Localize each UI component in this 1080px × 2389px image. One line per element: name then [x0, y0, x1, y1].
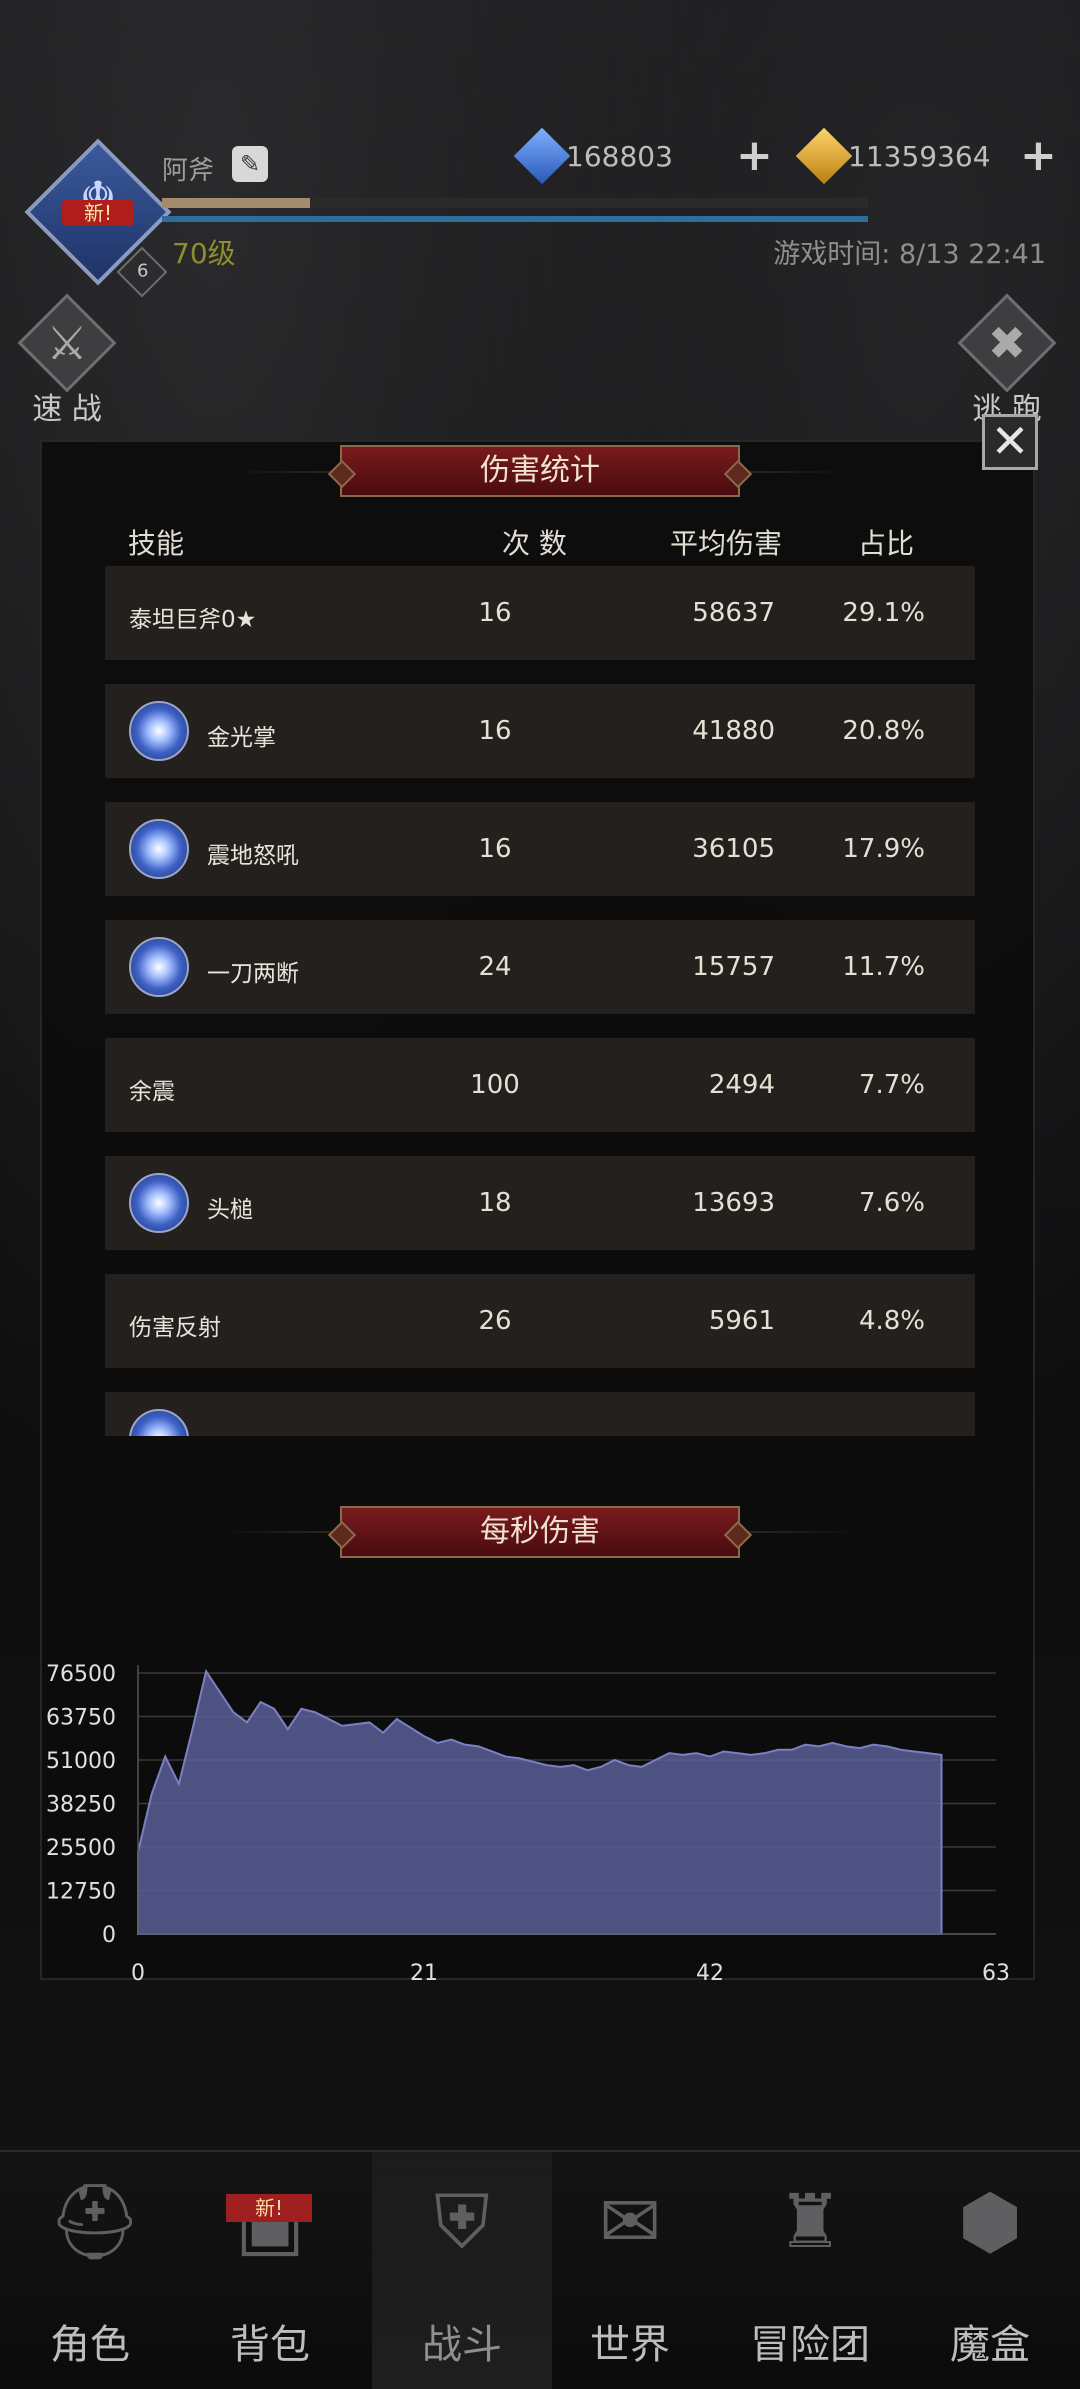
skill-avg-damage: 15757: [692, 952, 775, 982]
edit-name-icon[interactable]: ✎: [232, 146, 268, 182]
game-time: 游戏时间: 8/13 22:41: [773, 239, 1046, 270]
table-row: 伤害反射 26 5961 4.8%: [105, 1274, 975, 1368]
table-row: 金光掌 16 41880 20.8%: [105, 684, 975, 778]
bottom-nav: ⛑ 角色 ▣ 新! 背包 ⛨ 战斗 ✉ 世界 ♜ 冒险团 ⬢ 魔盒: [0, 2150, 1080, 2389]
nav-adventure-team-label: 冒险团: [750, 2322, 870, 2368]
backpack-icon: ▣: [235, 2179, 305, 2265]
skill-name: 泰坦巨斧0★: [129, 607, 257, 633]
flee-button[interactable]: ✖ 逃 跑: [946, 293, 1057, 427]
skill-count: 16: [478, 598, 512, 628]
col-percent: 占比: [858, 527, 915, 560]
add-blue-gem-button[interactable]: +: [736, 130, 773, 181]
xp-bar: [162, 198, 868, 208]
skill-name: 头槌: [207, 1197, 253, 1223]
player-level: 70级: [172, 237, 236, 270]
skill-avg-damage: 2494: [708, 1070, 775, 1100]
skill-percent: 7.6%: [858, 1188, 925, 1218]
skill-count: 24: [478, 952, 512, 982]
quick-battle-label: 速 战: [32, 392, 102, 427]
avatar-new-badge: 新!: [62, 200, 134, 226]
table-row: 泰坦巨斧0★ 16 58637 29.1%: [105, 566, 975, 660]
skill-percent: 29.1%: [842, 598, 925, 628]
player-name: 阿斧: [162, 156, 215, 186]
skill-count: 26: [478, 1306, 512, 1336]
col-avg-damage: 平均伤害: [670, 527, 783, 560]
skill-percent: 11.7%: [842, 952, 925, 982]
blue-gem-count: 168803: [566, 140, 673, 173]
helmet-icon: ⛑: [48, 2179, 142, 2265]
palm-skill-icon: [129, 701, 189, 761]
skill-name: 伤害反射: [129, 1315, 221, 1341]
skill-icon: [129, 1409, 189, 1436]
skill-name: 震地怒吼: [207, 843, 299, 869]
skill-count: 100: [470, 1070, 520, 1100]
skill-count: 18: [478, 1188, 512, 1218]
backpack-new-badge: 新!: [226, 2194, 312, 2222]
sword-icon: ⚔: [46, 316, 88, 370]
skill-name: 余震: [129, 1079, 175, 1105]
col-skill: 技能: [128, 527, 185, 560]
table-row: 头槌 18 13693 7.6%: [105, 1156, 975, 1250]
skill-percent: 4.8%: [858, 1306, 925, 1336]
nav-backpack-label: 背包: [230, 2322, 310, 2368]
skill-name: 一刀两断: [207, 961, 299, 987]
nav-backpack[interactable]: ▣ 新! 背包: [180, 2152, 360, 2389]
nav-magic-box-label: 魔盒: [950, 2322, 1030, 2368]
skill-avg-damage: 13693: [692, 1188, 775, 1218]
magic-box-icon: ⬢: [957, 2179, 1023, 2265]
quick-battle-button[interactable]: ⚔ 速 战: [6, 293, 117, 427]
skill-count: 16: [478, 834, 512, 864]
skill-name: 金光掌: [207, 725, 276, 751]
slash-skill-icon: [129, 937, 189, 997]
skill-count: 16: [478, 716, 512, 746]
nav-battle-label: 战斗: [422, 2322, 502, 2368]
nav-magic-box[interactable]: ⬢ 魔盒: [900, 2152, 1080, 2389]
skill-avg-damage: 36105: [692, 834, 775, 864]
gold-gem-count: 11359364: [848, 140, 991, 173]
skill-percent: 17.9%: [842, 834, 925, 864]
skill-percent: 7.7%: [858, 1070, 925, 1100]
nav-role[interactable]: ⛑ 角色: [0, 2152, 180, 2389]
nav-battle[interactable]: ⛨ 战斗: [372, 2152, 552, 2389]
headbutt-skill-icon: [129, 1173, 189, 1233]
skill-avg-damage: 5961: [708, 1306, 775, 1336]
nav-world[interactable]: ✉ 世界: [540, 2152, 720, 2389]
damage-stats-title: 伤害统计: [340, 445, 740, 497]
col-count: 次 数: [502, 527, 567, 560]
table-row: [105, 1392, 975, 1436]
nav-world-label: 世界: [590, 2322, 670, 2368]
dps-title: 每秒伤害: [340, 1506, 740, 1558]
close-icon[interactable]: ✕: [982, 414, 1038, 470]
roar-skill-icon: [129, 819, 189, 879]
cross-icon: ✖: [987, 316, 1027, 370]
skill-percent: 20.8%: [842, 716, 925, 746]
mana-bar: [162, 216, 868, 222]
table-row: 震地怒吼 16 36105 17.9%: [105, 802, 975, 896]
map-scroll-icon: ✉: [598, 2179, 661, 2265]
nav-adventure-team[interactable]: ♜ 冒险团: [720, 2152, 900, 2389]
xp-bar-fill: [162, 198, 311, 208]
skill-avg-damage: 41880: [692, 716, 775, 746]
shield-sword-icon: ⛨: [434, 2179, 490, 2265]
castle-icon: ♜: [776, 2179, 844, 2265]
nav-role-label: 角色: [50, 2322, 130, 2368]
damage-table[interactable]: 泰坦巨斧0★ 16 58637 29.1% 金光掌 16 41880 20.8%…: [105, 566, 975, 1436]
table-row: 余震 100 2494 7.7%: [105, 1038, 975, 1132]
skill-avg-damage: 58637: [692, 598, 775, 628]
table-row: 一刀两断 24 15757 11.7%: [105, 920, 975, 1014]
add-gold-gem-button[interactable]: +: [1020, 130, 1057, 181]
